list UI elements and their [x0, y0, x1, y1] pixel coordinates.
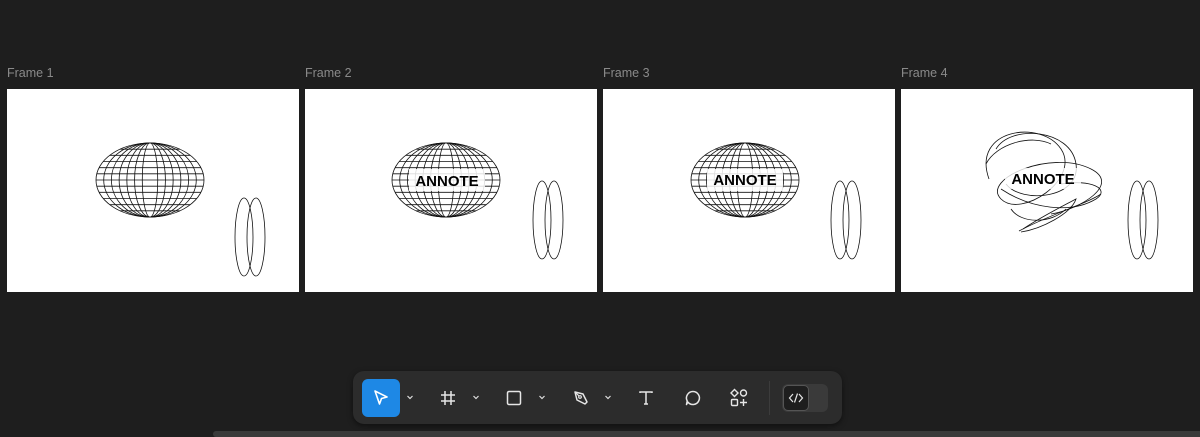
frame-3[interactable]: ANNOTE	[603, 89, 895, 292]
annote-text: ANNOTE	[1011, 171, 1074, 188]
rectangle-icon	[506, 390, 522, 406]
bottom-toolbar	[353, 371, 842, 424]
frame-3-label[interactable]: Frame 3	[603, 66, 650, 80]
toggle-knob	[783, 385, 809, 411]
move-tool-button[interactable]	[362, 379, 400, 417]
frame-1[interactable]	[7, 89, 299, 292]
chevron-down-icon[interactable]	[471, 392, 481, 402]
annote-globe-graphic: ANNOTE	[690, 142, 862, 260]
annote-globe-graphic: ANNOTE	[391, 142, 564, 260]
shape-tool-button[interactable]	[499, 379, 529, 417]
chevron-down-icon[interactable]	[405, 392, 415, 402]
chevron-down-icon[interactable]	[603, 392, 613, 402]
frame-4[interactable]: ANNOTE	[901, 89, 1193, 292]
annote-text: ANNOTE	[415, 173, 478, 190]
chevron-down-icon[interactable]	[537, 392, 547, 402]
cursor-arrow-icon	[374, 390, 388, 405]
pen-nib-icon	[574, 391, 588, 405]
frame-2-label[interactable]: Frame 2	[305, 66, 352, 80]
actions-tool-button[interactable]	[724, 379, 754, 417]
frame-4-label[interactable]: Frame 4	[901, 66, 948, 80]
pen-tool-button[interactable]	[566, 379, 596, 417]
frame-2[interactable]: ANNOTE	[305, 89, 597, 292]
code-brackets-icon	[788, 393, 804, 403]
frame-hash-icon	[441, 391, 455, 405]
scribble-graphic: ANNOTE	[985, 131, 1159, 260]
frame-1-label[interactable]: Frame 1	[7, 66, 54, 80]
annote-text: ANNOTE	[713, 172, 776, 189]
horizontal-scrollbar[interactable]	[213, 431, 1200, 437]
speech-bubble-icon	[685, 390, 701, 406]
wireframe-globe-graphic	[95, 142, 266, 277]
components-plus-icon	[730, 388, 748, 407]
frame-tool-button[interactable]	[433, 379, 463, 417]
text-tool-button[interactable]	[631, 379, 661, 417]
toolbar-divider	[769, 381, 770, 415]
comment-tool-button[interactable]	[678, 379, 708, 417]
dev-mode-toggle[interactable]	[782, 384, 828, 412]
text-t-icon	[639, 391, 653, 405]
